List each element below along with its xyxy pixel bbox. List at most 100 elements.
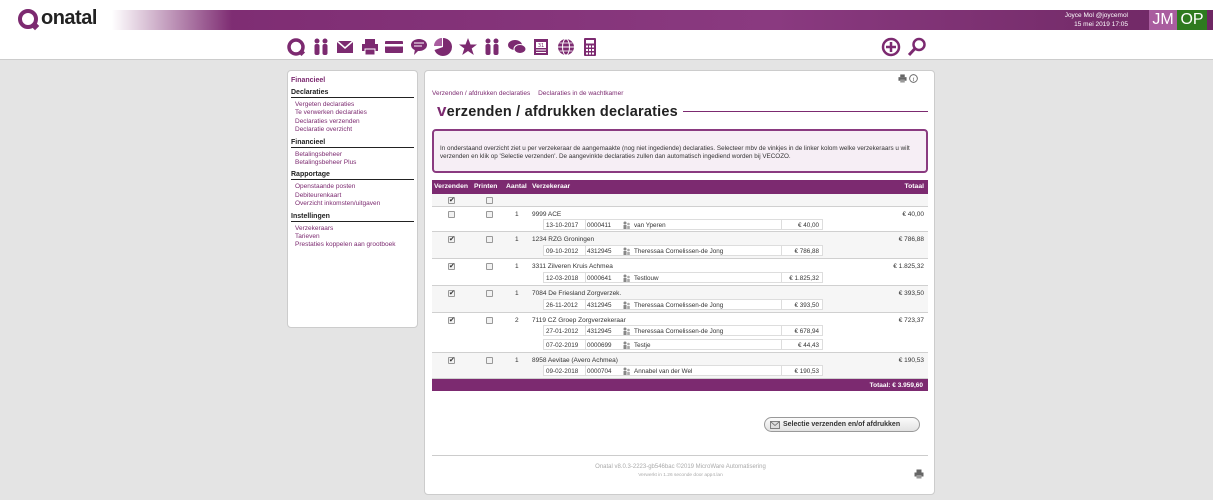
sidebar-title: Financieel [291,77,326,84]
globe-icon[interactable] [555,36,577,58]
declaration-number: 0000411 [587,221,612,229]
declaration-amount: € 44,43 [797,341,819,349]
patient-icon [622,274,631,284]
row-totaal: € 1.825,32 [893,263,924,270]
row-verzenden-checkbox[interactable] [448,356,455,364]
send-selection-button[interactable]: Selectie verzenden en/of afdrukken [764,417,920,432]
declaration-line[interactable]: 09-02-2018 0000704 Annabel van der Wel €… [543,365,823,376]
calendar-icon[interactable]: 31 [530,36,552,58]
print-icon[interactable] [359,36,381,58]
header-verzenden[interactable]: Verzenden [434,183,468,190]
declaration-number: 0000699 [587,341,612,349]
sidebar-item-overzicht-inkomsten[interactable]: Overzicht inkomsten/uitgaven [291,200,414,208]
divider [781,273,782,282]
select-all-verzenden-checkbox[interactable] [448,196,455,204]
patient-name: Theressaa Cornelissen-de Jong [634,301,724,309]
footer: Onatal v8.0.3-2223-gb546bac ©2019 MicroW… [425,464,936,479]
onatal-logo[interactable]: onatal [18,7,97,30]
row-printen-checkbox[interactable] [486,211,493,218]
row-aantal: 1 [515,290,519,297]
row-aantal: 1 [515,236,519,243]
row-verzenden-checkbox[interactable] [448,262,455,270]
card-icon[interactable] [383,36,405,58]
sidebar-item-te-verwerken[interactable]: Te verwerken declaraties [291,109,414,117]
calculator-icon[interactable] [579,36,601,58]
divider [585,273,586,282]
row-verzekeraar: 9999 ACE [532,211,562,218]
header-verzekeraar[interactable]: Verzekeraar [532,183,570,190]
sidebar: Financieel Declaraties Vergeten declarat… [287,70,418,328]
declaration-amount: € 190,53 [794,367,819,375]
row-verzenden-checkbox[interactable] [448,235,455,243]
user-info: Joyce Mol @joycemol 15 mei 2019 17:05 [1065,11,1128,29]
sidebar-item-declaraties-verzenden[interactable]: Declaraties verzenden [291,118,414,126]
divider [585,340,586,349]
table-footer: Totaal: € 3.959,60 [432,379,928,391]
divider [781,300,782,309]
avatar-op[interactable]: OP [1177,10,1207,30]
sidebar-item-openstaande-posten[interactable]: Openstaande posten [291,183,414,191]
row-verzekeraar: 1234 RZG Groningen [532,236,595,243]
breadcrumb-verzenden[interactable]: Verzenden / afdrukken declaraties [432,90,530,97]
header-totaal[interactable]: Totaal [904,183,924,190]
declaration-line[interactable]: 26-11-2012 4312945 Theressaa Cornelissen… [543,299,823,310]
page-title-first-letter: v [437,101,447,120]
sidebar-heading-declaraties: Declaraties [291,89,414,98]
sidebar-item-betalingsbeheer[interactable]: Betalingsbeheer [291,151,414,159]
clients-icon[interactable] [310,36,332,58]
star-icon[interactable] [457,36,479,58]
footer-version: Onatal v8.0.3-2223-gb546bac ©2019 MicroW… [595,464,766,470]
select-all-row [432,194,928,207]
add-icon[interactable] [880,36,902,58]
declaration-line[interactable]: 12-03-2018 0000641 Testlouw € 1.825,32 [543,272,823,283]
sidebar-item-declaratie-overzicht[interactable]: Declaratie overzicht [291,126,414,134]
table-row: 1 7084 De Friesland Zorgverzek. € 393,50… [432,286,928,313]
table-row: 1 1234 RZG Groningen € 786,88 09-10-2012… [432,232,928,259]
divider [781,366,782,375]
title-underline [683,111,928,112]
patient-icon [622,367,631,377]
declaration-number: 0000704 [587,367,612,375]
sidebar-item-verzekeraars[interactable]: Verzekeraars [291,225,414,233]
group-icon[interactable] [481,36,503,58]
header-aantal[interactable]: Aantal [506,183,527,190]
select-all-printen-checkbox[interactable] [486,197,493,204]
declaration-amount: € 786,88 [794,247,819,255]
row-verzenden-checkbox[interactable] [448,211,455,218]
patient-name: van Yperen [634,221,666,229]
row-printen-checkbox[interactable] [486,290,493,297]
row-totaal: € 40,00 [902,211,924,218]
info-box: In onderstaand overzicht ziet u per verz… [432,129,928,173]
sidebar-item-vergeten-declaraties[interactable]: Vergeten declaraties [291,101,414,109]
row-printen-checkbox[interactable] [486,263,493,270]
declaration-line[interactable]: 09-10-2012 4312945 Theressaa Cornelissen… [543,245,823,256]
row-printen-checkbox[interactable] [486,357,493,364]
declaration-line[interactable]: 13-10-2017 0000411 van Yperen € 40,00 [543,219,823,230]
table-header: Verzenden Printen Aantal Verzekeraar Tot… [432,180,928,194]
row-verzenden-checkbox[interactable] [448,316,455,324]
header-printen[interactable]: Printen [474,183,497,190]
sidebar-item-betalingsbeheer-plus[interactable]: Betalingsbeheer Plus [291,159,414,167]
row-printen-checkbox[interactable] [486,317,493,324]
messages-icon[interactable] [506,36,528,58]
declaration-line[interactable]: 07-02-2019 0000699 Testje € 44,43 [543,339,823,350]
print-page-icon[interactable] [898,74,907,83]
sidebar-item-tarieven[interactable]: Tarieven [291,233,414,241]
row-totaal: € 393,50 [898,290,924,297]
chat-icon[interactable] [408,36,430,58]
send-selection-label: Selectie verzenden en/of afdrukken [783,421,901,428]
onatal-home-icon[interactable] [285,36,307,58]
row-verzekeraar: 7084 De Friesland Zorgverzek. [532,290,622,297]
breadcrumb-wachtkamer[interactable]: Declaraties in de wachtkamer [538,90,623,97]
row-verzenden-checkbox[interactable] [448,289,455,297]
search-icon[interactable] [906,36,928,58]
sidebar-item-prestaties-koppelen[interactable]: Prestaties koppelen aan grootboek [291,241,414,249]
info-icon[interactable]: i [909,74,918,83]
declaration-line[interactable]: 27-01-2012 4312945 Theressaa Cornelissen… [543,325,823,336]
mail-icon[interactable] [334,36,356,58]
avatar-jm[interactable]: JM [1149,10,1177,30]
sidebar-item-debiteurenkaart[interactable]: Debiteurenkaart [291,192,414,200]
chart-icon[interactable] [432,36,454,58]
row-printen-checkbox[interactable] [486,236,493,243]
footer-print-icon[interactable] [914,469,924,479]
